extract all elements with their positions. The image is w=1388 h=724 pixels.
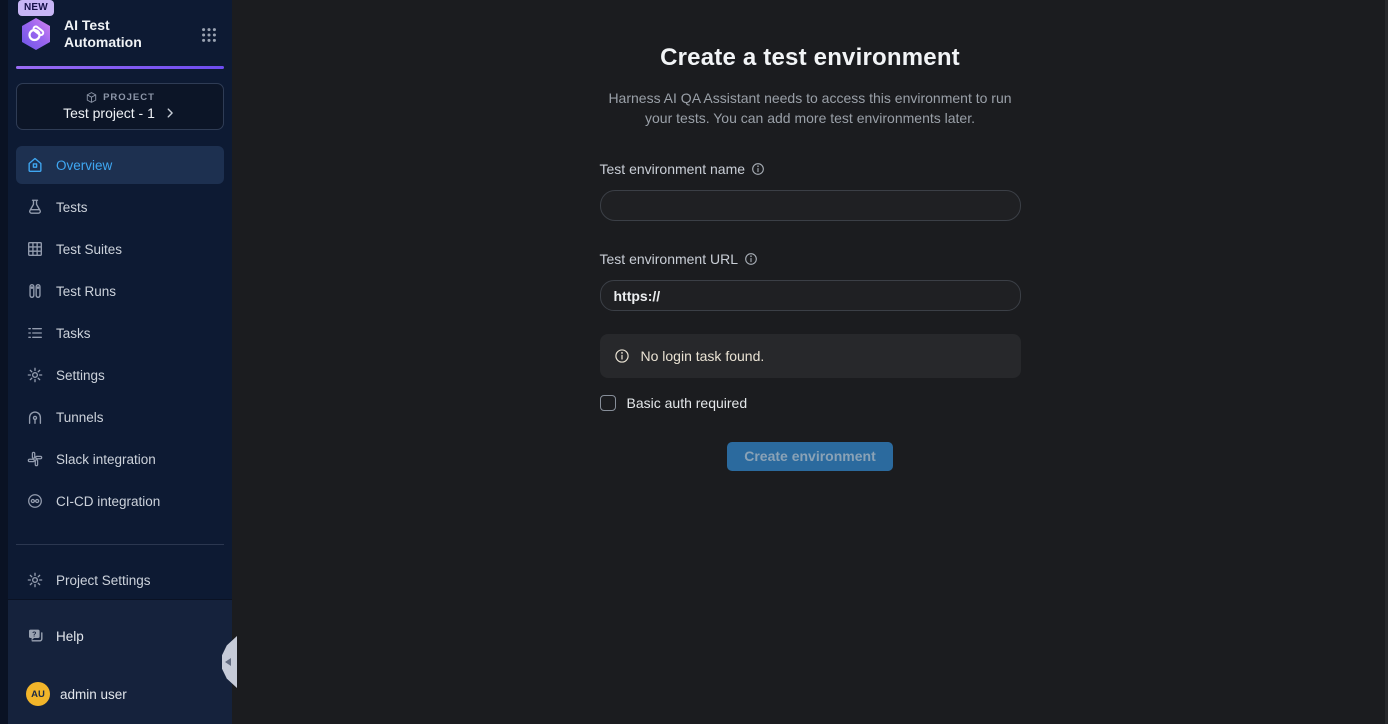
new-badge: NEW <box>18 0 54 16</box>
sidebar-item-slack-integration[interactable]: Slack integration <box>16 440 224 478</box>
sidebar-item-label: Tasks <box>56 326 91 341</box>
svg-text:?: ? <box>32 632 36 639</box>
sidebar-item-tasks[interactable]: Tasks <box>16 314 224 352</box>
avatar: AU <box>26 682 50 706</box>
sidebar-item-label: Test Suites <box>56 242 122 257</box>
home-icon <box>26 156 44 174</box>
sidebar-item-tests[interactable]: Tests <box>16 188 224 226</box>
help-label: Help <box>56 629 84 644</box>
create-environment-button[interactable]: Create environment <box>727 442 892 471</box>
slack-icon <box>26 450 44 468</box>
help-chat-icon: ? <box>26 626 46 646</box>
sidebar-divider <box>16 544 224 545</box>
basic-auth-checkbox[interactable] <box>600 395 616 411</box>
user-menu[interactable]: AU admin user <box>16 678 224 710</box>
user-name: admin user <box>60 687 127 702</box>
sidebar-item-settings[interactable]: Settings <box>16 356 224 394</box>
sidebar-item-test-suites[interactable]: Test Suites <box>16 230 224 268</box>
basic-auth-label: Basic auth required <box>627 395 748 411</box>
basic-auth-row[interactable]: Basic auth required <box>600 395 748 411</box>
app-title: AI Test Automation <box>64 17 190 51</box>
flask-icon <box>26 198 44 216</box>
create-environment-form: Create a test environment Harness AI QA … <box>600 0 1021 471</box>
env-url-input[interactable] <box>600 280 1021 311</box>
sidebar-item-test-runs[interactable]: Test Runs <box>16 272 224 310</box>
sidebar-item-label: Project Settings <box>56 573 151 588</box>
sidebar-item-label: Slack integration <box>56 452 156 467</box>
link-circle-icon <box>26 492 44 510</box>
sidebar-item-overview[interactable]: Overview <box>16 146 224 184</box>
chevron-right-icon <box>163 106 177 120</box>
sidebar-item-label: Overview <box>56 158 112 173</box>
project-name: Test project - 1 <box>63 105 155 121</box>
page-subtitle: Harness AI QA Assistant needs to access … <box>600 88 1021 128</box>
sidebar-item-cicd-integration[interactable]: CI-CD integration <box>16 482 224 520</box>
sidebar-item-label: CI-CD integration <box>56 494 160 509</box>
tunnel-icon <box>26 408 44 426</box>
sidebar-nav: Overview Tests Test Suites <box>16 146 224 520</box>
sidebar: NEW AI Test Automation <box>0 0 232 724</box>
notice-text: No login task found. <box>641 348 765 364</box>
project-selector[interactable]: PROJECT Test project - 1 <box>16 83 224 130</box>
main-content: Create a test environment Harness AI QA … <box>232 0 1388 724</box>
gear-icon <box>26 571 44 589</box>
grid-table-icon <box>26 240 44 258</box>
notice-banner: No login task found. <box>600 334 1021 378</box>
gear-icon <box>26 366 44 384</box>
list-icon <box>26 324 44 342</box>
info-icon[interactable] <box>751 162 765 176</box>
project-label: PROJECT <box>103 92 155 103</box>
sidebar-item-tunnels[interactable]: Tunnels <box>16 398 224 436</box>
sidebar-item-label: Tunnels <box>56 410 104 425</box>
page-title: Create a test environment <box>600 44 1021 72</box>
sidebar-item-label: Settings <box>56 368 105 383</box>
brand-divider <box>16 66 224 69</box>
sidebar-item-project-settings[interactable]: Project Settings <box>16 561 224 599</box>
env-url-label: Test environment URL <box>600 251 739 267</box>
sidebar-item-label: Test Runs <box>56 284 116 299</box>
env-name-input[interactable] <box>600 190 1021 221</box>
collapse-arrow-icon <box>225 658 231 666</box>
apps-grid-icon[interactable] <box>200 26 218 44</box>
app-logo-icon[interactable] <box>18 16 54 52</box>
columns-icon <box>26 282 44 300</box>
info-icon <box>614 348 630 364</box>
help-button[interactable]: ? Help <box>16 622 224 650</box>
sidebar-bottom-section: ? Help AU admin user <box>8 599 232 724</box>
info-icon[interactable] <box>744 252 758 266</box>
sidebar-item-label: Tests <box>56 200 88 215</box>
cube-icon <box>85 91 98 104</box>
env-name-label: Test environment name <box>600 161 746 177</box>
